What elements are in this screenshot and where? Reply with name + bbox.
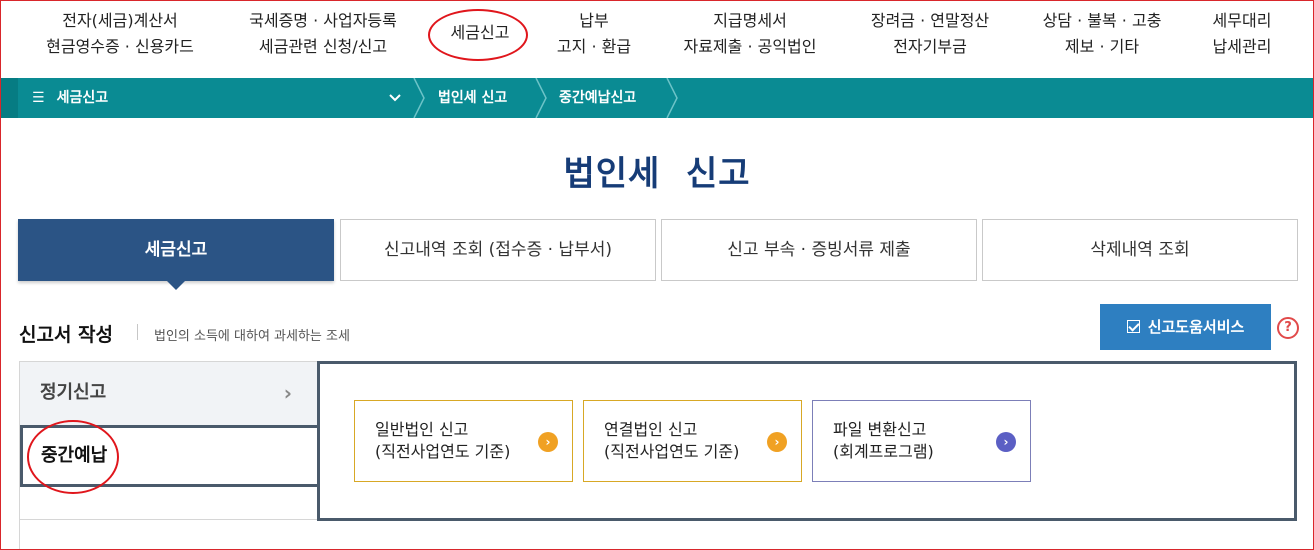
question-icon[interactable]: ? (1277, 317, 1299, 339)
side-menu: 정기신고 › 중간예납 (19, 361, 320, 550)
topmenu-sublabel: 전자기부금 (893, 37, 967, 56)
topmenu-certificate-registration[interactable]: 국세증명 · 사업자등록 세금관련 신청/신고 (236, 8, 410, 60)
breadcrumb-separator-icon (413, 78, 425, 118)
card-general-corporation[interactable]: 일반법인 신고 (직전사업연도 기준) › (354, 400, 573, 482)
section-title: 신고서 작성 (19, 324, 114, 346)
topmenu-label: 납부 (579, 11, 609, 30)
tab-label: 신고 부속 · 증빙서류 제출 (727, 240, 911, 260)
section-description: 법인의 소득에 대하여 과세하는 조세 (154, 329, 350, 344)
page-title: 법인세 신고 (563, 154, 751, 194)
breadcrumb-menu-label: 세금신고 (56, 90, 109, 106)
topmenu-sublabel: 고지 · 환급 (556, 37, 632, 56)
arrow-right-icon: › (767, 432, 787, 452)
arrow-right-icon: › (538, 432, 558, 452)
tab-submit-documents[interactable]: 신고 부속 · 증빙서류 제출 (661, 219, 977, 281)
side-menu-item-regular[interactable]: 정기신고 › (20, 361, 320, 425)
topmenu-label: 세무대리 (1212, 11, 1272, 30)
topmenu-sublabel: 납세관리 (1212, 37, 1272, 56)
topmenu-sublabel: 자료제출 · 공익법인 (683, 37, 817, 56)
section-divider (137, 324, 138, 340)
topmenu-tax-agent[interactable]: 세무대리 납세관리 (1196, 8, 1288, 60)
topmenu-label: 장려금 · 연말정산 (870, 11, 990, 30)
help-service-button[interactable]: 신고도움서비스 (1100, 304, 1271, 350)
top-navigation: 전자(세금)계산서 현금영수증 · 신용카드 국세증명 · 사업자등록 세금관련… (0, 0, 1314, 78)
tab-deleted-history[interactable]: 삭제내역 조회 (982, 219, 1298, 281)
filing-options-panel: 일반법인 신고 (직전사업연도 기준) › 연결법인 신고 (직전사업연도 기준… (317, 361, 1297, 521)
topmenu-tax-filing[interactable]: 세금신고 (430, 20, 530, 46)
breadcrumb-edge (0, 78, 18, 118)
topmenu-payment-statement[interactable]: 지급명세서 자료제출 · 공익법인 (672, 8, 828, 60)
chevron-right-icon: › (283, 381, 292, 405)
breadcrumb-item[interactable]: 중간예납신고 (559, 78, 636, 118)
breadcrumb-separator-icon (666, 78, 678, 118)
breadcrumb-menu-button[interactable]: ☰ 세금신고 (32, 78, 108, 118)
tab-label: 세금신고 (144, 240, 208, 260)
topmenu-payment[interactable]: 납부 고지 · 환급 (544, 8, 644, 60)
topmenu-label: 지급명세서 (713, 11, 787, 30)
topmenu-label: 국세증명 · 사업자등록 (249, 11, 397, 30)
topmenu-label: 세금신고 (450, 23, 510, 42)
breadcrumb-item[interactable]: 법인세 신고 (438, 78, 507, 118)
chevron-down-icon[interactable] (388, 78, 402, 118)
arrow-right-icon: › (996, 432, 1016, 452)
tab-filing-history[interactable]: 신고내역 조회 (접수증 · 납부서) (340, 219, 656, 281)
topmenu-label: 상담 · 불복 · 고충 (1042, 11, 1162, 30)
breadcrumb: ☰ 세금신고 법인세 신고 중간예납신고 (0, 78, 1314, 118)
checkbox-icon (1126, 320, 1140, 333)
help-service-label: 신고도움서비스 (1147, 318, 1245, 336)
breadcrumb-separator-icon (535, 78, 547, 118)
side-menu-label: 중간예납 (41, 445, 108, 466)
side-menu-item-interim[interactable]: 중간예납 (20, 425, 320, 487)
topmenu-sublabel: 현금영수증 · 신용카드 (46, 37, 194, 56)
tab-label: 삭제내역 조회 (1090, 240, 1190, 260)
topmenu-sublabel: 제보 · 기타 (1064, 37, 1140, 56)
topmenu-etax-invoice[interactable]: 전자(세금)계산서 현금영수증 · 신용카드 (38, 8, 202, 60)
topmenu-consult-appeal[interactable]: 상담 · 불복 · 고충 제보 · 기타 (1030, 8, 1174, 60)
side-menu-label: 정기신고 (40, 382, 107, 403)
card-file-conversion[interactable]: 파일 변환신고 (회계프로그램) › (812, 400, 1031, 482)
tab-tax-filing[interactable]: 세금신고 (18, 219, 334, 290)
side-menu-divider (20, 519, 320, 520)
topmenu-incentive-yearend[interactable]: 장려금 · 연말정산 전자기부금 (858, 8, 1002, 60)
topmenu-label: 전자(세금)계산서 (62, 11, 178, 30)
tab-pointer-icon (166, 280, 186, 290)
topmenu-sublabel: 세금관련 신청/신고 (258, 37, 388, 56)
hamburger-icon: ☰ (32, 90, 45, 106)
tab-label: 신고내역 조회 (접수증 · 납부서) (384, 240, 612, 260)
card-consolidated-corporation[interactable]: 연결법인 신고 (직전사업연도 기준) › (583, 400, 802, 482)
